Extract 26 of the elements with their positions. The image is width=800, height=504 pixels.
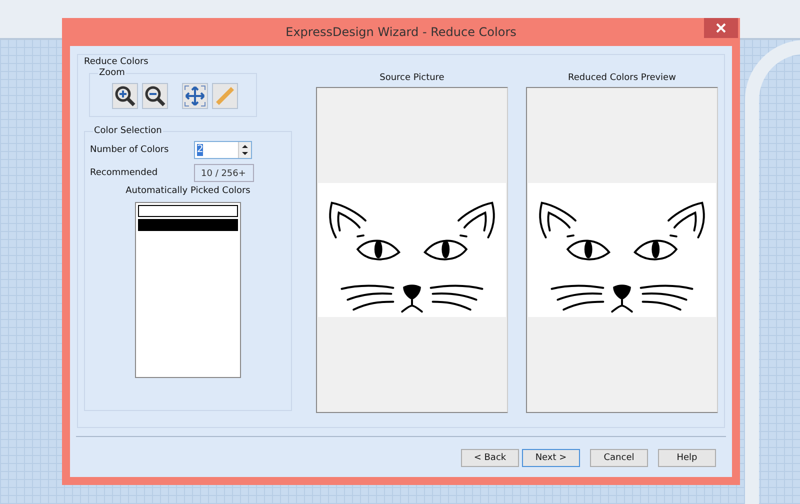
move-arrows-icon xyxy=(184,85,206,107)
preview-title: Source Picture xyxy=(380,73,444,85)
zoom-in-button[interactable] xyxy=(112,83,138,109)
preview-title: Reduced Colors Preview xyxy=(568,73,676,85)
field-label: Number of Colors xyxy=(90,145,170,155)
zoom-out-button[interactable] xyxy=(142,83,168,109)
zoom-in-icon xyxy=(114,85,136,107)
dialog-button[interactable]: Help xyxy=(658,449,716,467)
color-swatch[interactable] xyxy=(138,205,238,217)
close-icon xyxy=(716,23,726,33)
window-title: ExpressDesign Wizard - Reduce Colors xyxy=(286,25,516,39)
zoom-out-icon xyxy=(144,85,166,107)
recommended-value: 10 / 256+ xyxy=(194,164,254,182)
close-button[interactable] xyxy=(704,18,738,38)
dialog-button[interactable]: Cancel xyxy=(590,449,648,467)
color-swatch[interactable] xyxy=(138,219,238,231)
dialog-button[interactable]: < Back xyxy=(461,449,519,467)
number-spinner[interactable]: 2 xyxy=(194,141,252,159)
dialog-button[interactable]: Next > xyxy=(522,449,580,467)
field-label: Recommended xyxy=(90,168,159,178)
list-title: Automatically Picked Colors xyxy=(124,186,252,196)
group-title: Reduce Colors xyxy=(84,57,150,67)
fit-button[interactable] xyxy=(182,83,208,109)
group-title: Color Selection xyxy=(93,126,163,136)
spin-arrows-icon xyxy=(241,142,249,158)
group-title: Zoom xyxy=(98,68,126,78)
